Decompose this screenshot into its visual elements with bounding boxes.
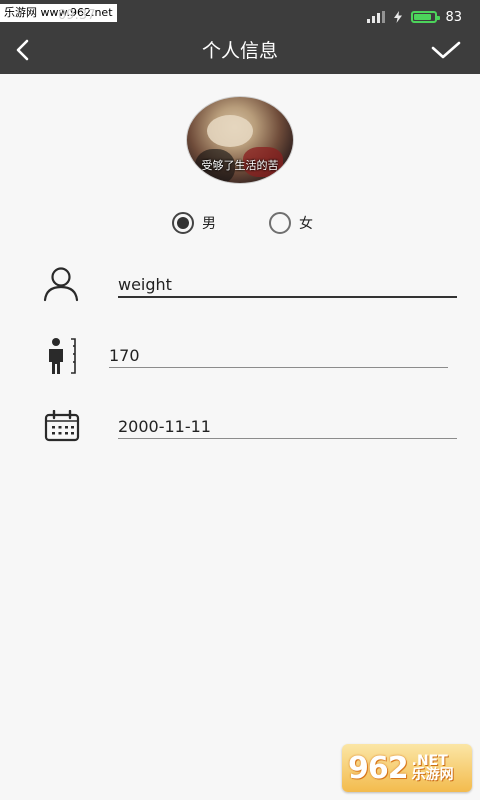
gender-male-radio[interactable]: 男: [172, 212, 216, 234]
page-title: 个人信息: [201, 40, 278, 62]
name-underline: [118, 296, 457, 298]
watermark-cn: 乐游网: [411, 767, 454, 783]
status-time: 09:37: [58, 8, 96, 23]
status-icons: 83: [367, 8, 462, 26]
height-input[interactable]: [109, 342, 447, 368]
avatar[interactable]: 受够了生活的苦: [186, 96, 294, 184]
watermark-net: .NET: [411, 753, 448, 769]
birthday-input[interactable]: [118, 413, 456, 439]
watermark-side: .NET 乐游网: [412, 754, 454, 782]
gender-female-radio[interactable]: 女: [269, 212, 313, 234]
radio-checked-icon[interactable]: [172, 212, 194, 234]
person-icon: [43, 267, 79, 302]
calendar-icon: [44, 410, 80, 442]
name-input[interactable]: [118, 271, 456, 297]
signal-icon: [367, 11, 386, 23]
battery-icon: [411, 11, 441, 23]
birthday-underline: [118, 438, 457, 439]
radio-unchecked-icon[interactable]: [269, 212, 291, 234]
avatar-shape: [207, 115, 253, 147]
avatar-caption: 受够了生活的苦: [201, 159, 279, 172]
top-bar: 乐游网 www.962.net 09:37 83 个人信息: [0, 0, 480, 74]
battery-percent: 83: [445, 9, 462, 25]
watermark-logo: 962 .NET 乐游网: [342, 744, 472, 792]
gender-male-label: 男: [202, 216, 216, 232]
height-icon: [49, 338, 76, 374]
battery-fill: [414, 14, 432, 20]
gender-female-label: 女: [299, 216, 313, 232]
check-icon[interactable]: [430, 38, 462, 64]
watermark-number: 962: [348, 750, 409, 786]
height-underline: [109, 367, 448, 368]
charging-icon: [394, 11, 403, 23]
